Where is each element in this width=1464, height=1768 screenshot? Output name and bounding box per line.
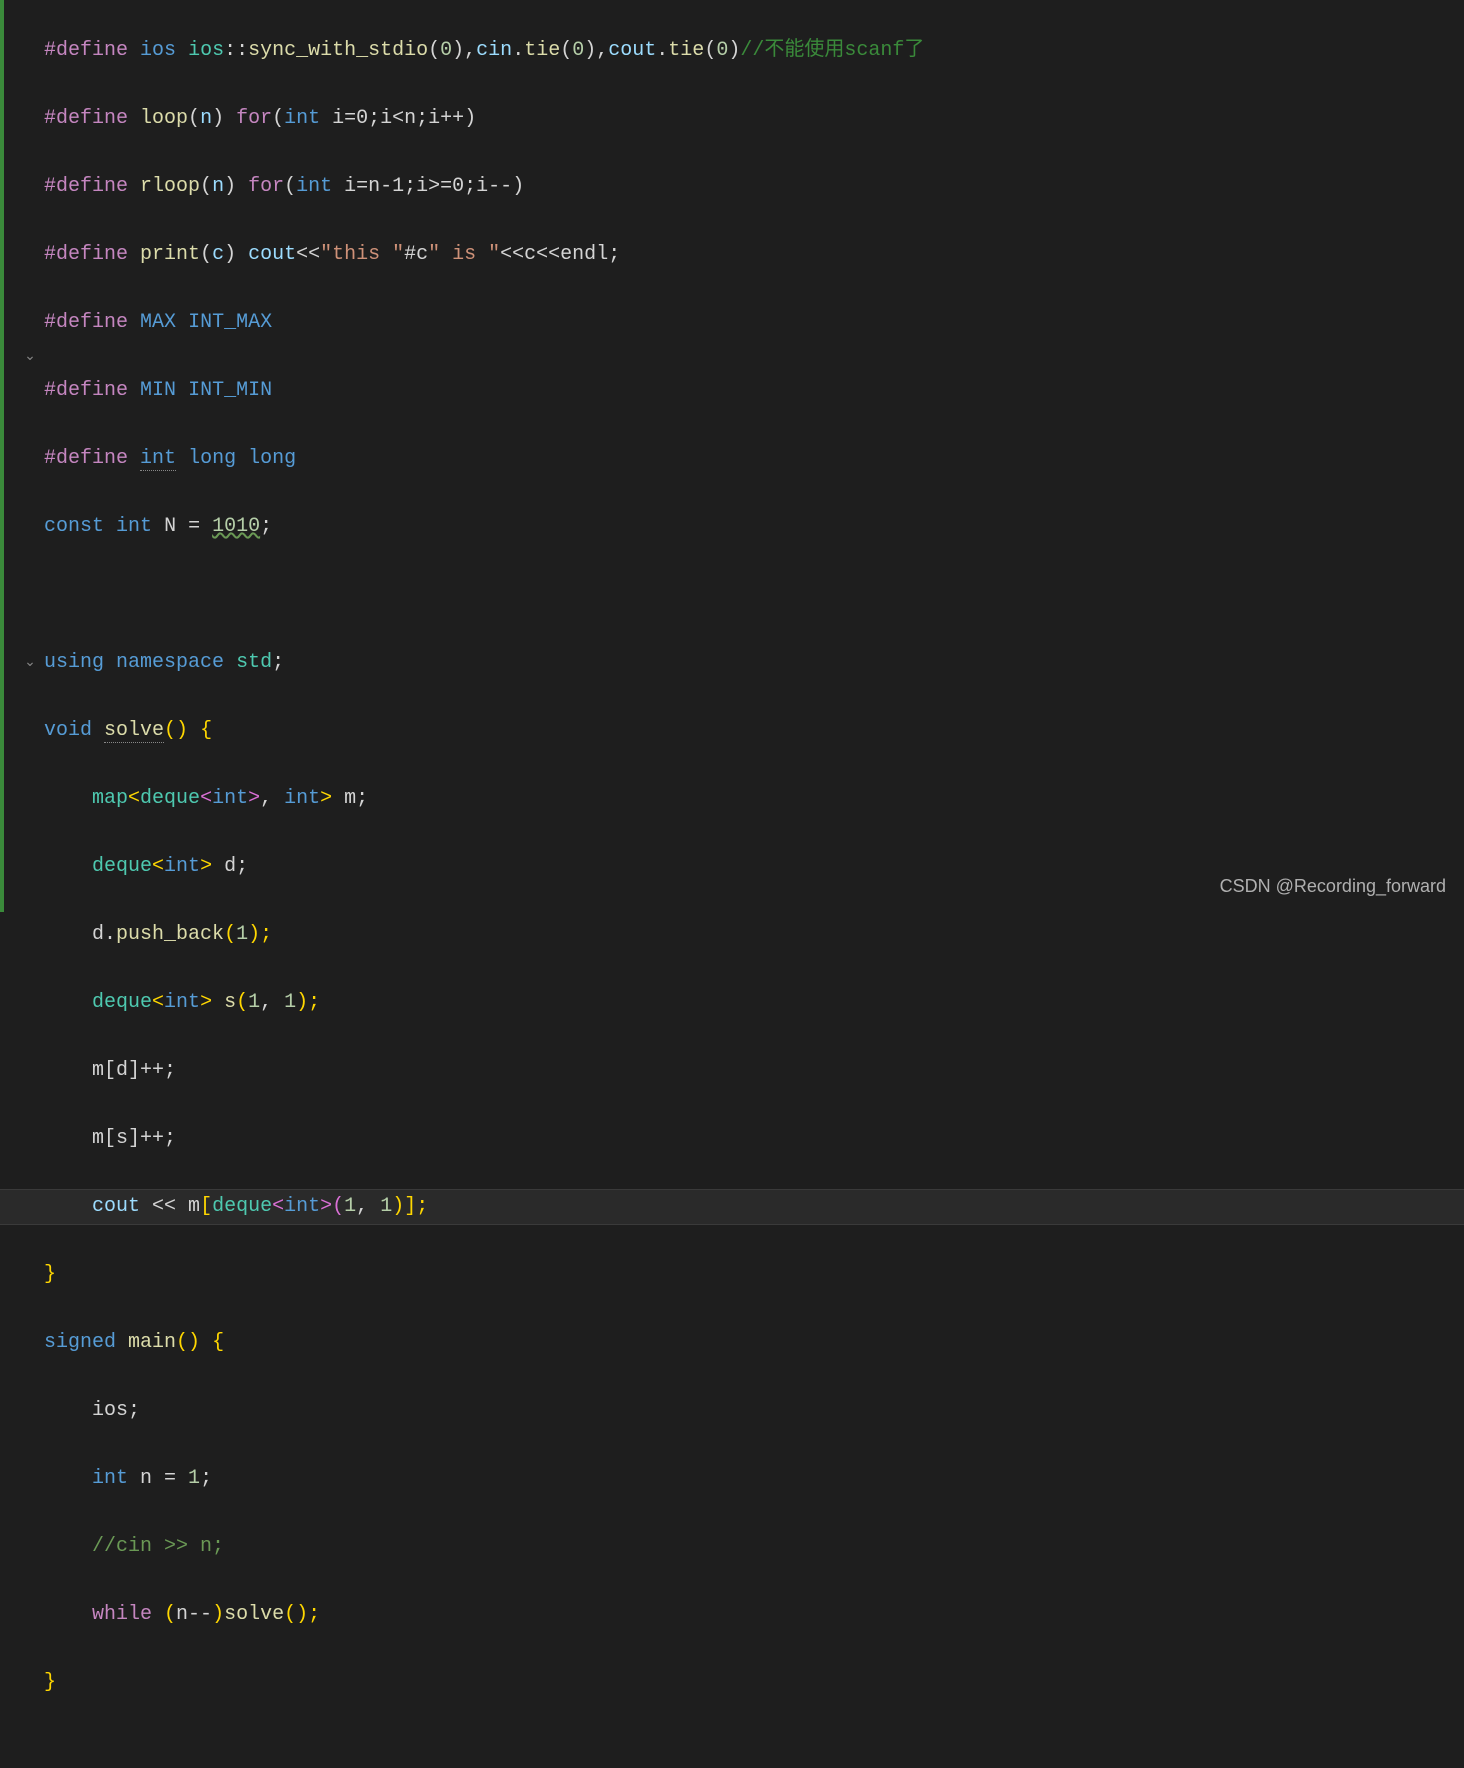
code-line[interactable]: using namespace std;	[44, 646, 1464, 680]
code-editor[interactable]: ⌄ ⌄ #define ios ios::sync_with_stdio(0),…	[0, 0, 1464, 912]
code-line[interactable]: const int N = 1010;	[44, 510, 1464, 544]
code-line[interactable]: ios;	[44, 1394, 1464, 1428]
code-line[interactable]: m[d]++;	[44, 1054, 1464, 1088]
code-line[interactable]: #define MAX INT_MAX	[44, 306, 1464, 340]
code-line[interactable]: #define ios ios::sync_with_stdio(0),cin.…	[44, 34, 1464, 68]
code-area[interactable]: #define ios ios::sync_with_stdio(0),cin.…	[40, 0, 1464, 912]
code-line[interactable]: #define MIN INT_MIN	[44, 374, 1464, 408]
code-line[interactable]: deque<int> s(1, 1);	[44, 986, 1464, 1020]
code-line[interactable]	[44, 578, 1464, 612]
watermark: CSDN @Recording_forward	[1220, 871, 1446, 902]
code-line[interactable]: m[s]++;	[44, 1122, 1464, 1156]
change-gutter	[0, 0, 20, 912]
code-line[interactable]: int n = 1;	[44, 1462, 1464, 1496]
code-line[interactable]: #define rloop(n) for(int i=n-1;i>=0;i--)	[44, 170, 1464, 204]
fold-chevron-icon[interactable]: ⌄	[20, 340, 40, 374]
code-line[interactable]: #define loop(n) for(int i=0;i<n;i++)	[44, 102, 1464, 136]
code-line[interactable]: map<deque<int>, int> m;	[44, 782, 1464, 816]
code-line-active[interactable]: cout << m[deque<int>(1, 1)];	[0, 1190, 1464, 1224]
fold-chevron-icon[interactable]: ⌄	[20, 646, 40, 680]
code-line[interactable]: #define print(c) cout<<"this "#c" is "<<…	[44, 238, 1464, 272]
code-line[interactable]: void solve() {	[44, 714, 1464, 748]
code-line[interactable]: d.push_back(1);	[44, 918, 1464, 952]
code-line[interactable]: signed main() {	[44, 1326, 1464, 1360]
code-line[interactable]: #define int long long	[44, 442, 1464, 476]
code-line[interactable]: //cin >> n;	[44, 1530, 1464, 1564]
fold-gutter: ⌄ ⌄	[20, 0, 40, 912]
code-line[interactable]: }	[44, 1666, 1464, 1700]
code-line[interactable]: }	[44, 1258, 1464, 1292]
code-line[interactable]: while (n--)solve();	[44, 1598, 1464, 1632]
